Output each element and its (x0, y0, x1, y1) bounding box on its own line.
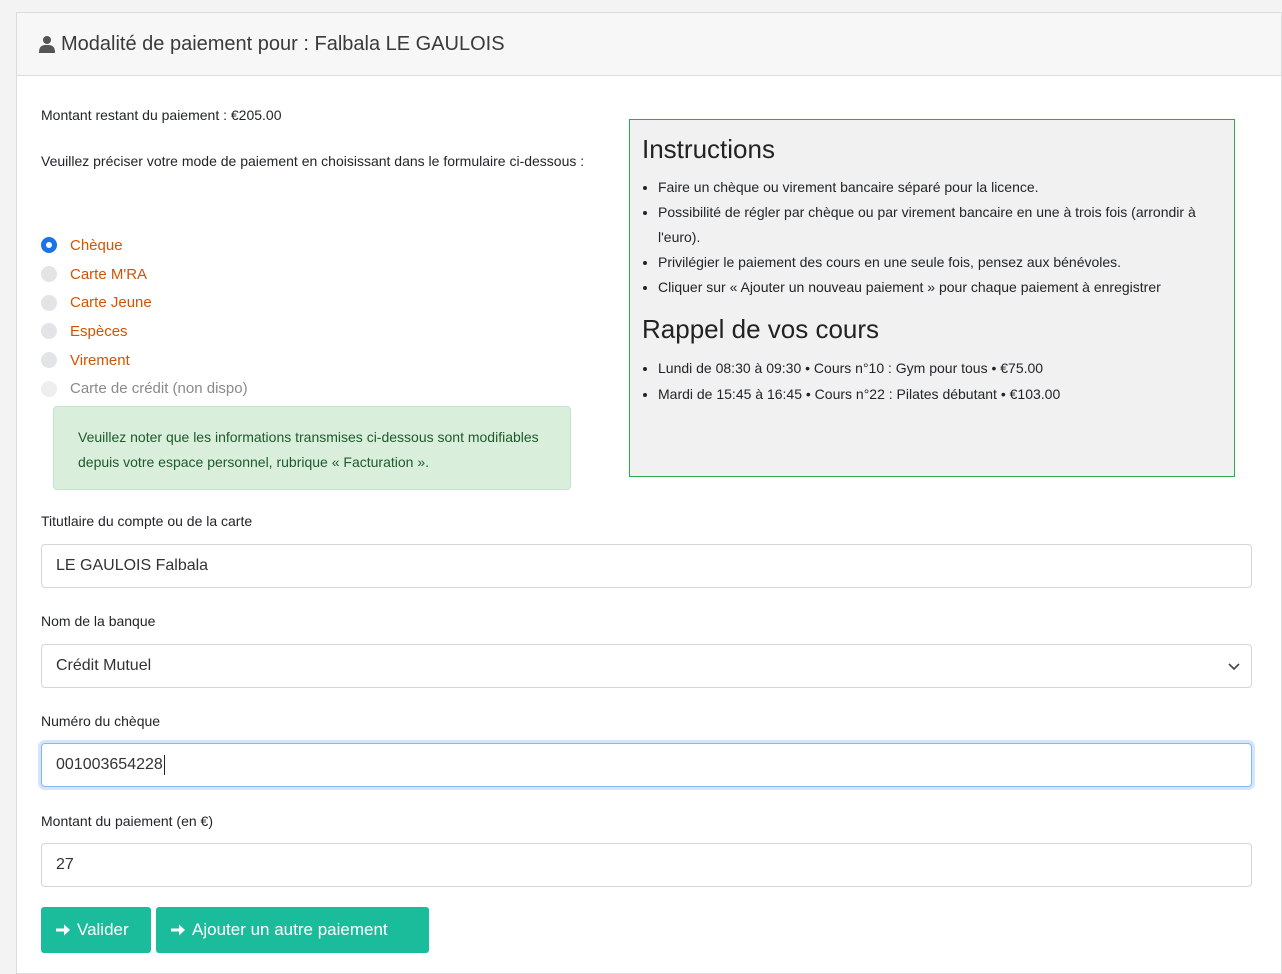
arrow-right-icon (55, 922, 71, 938)
cheque-value: 001003654228 (56, 756, 163, 773)
user-icon (39, 35, 55, 53)
courses-title: Rappel de vos cours (642, 314, 880, 344)
page-title: Modalité de paiement pour : Falbala LE G… (61, 32, 505, 55)
amount-remaining: Montant restant du paiement : €205.00 (41, 107, 282, 123)
radio-label[interactable]: Chèque (70, 237, 123, 254)
radio-button[interactable] (41, 323, 57, 340)
instruction-item: Cliquer sur « Ajouter un nouveau paiemen… (658, 275, 1222, 300)
bank-value: Crédit Mutuel (56, 657, 152, 674)
courses-list: Lundi de 08:30 à 09:30 • Cours n°10 : Gy… (642, 355, 1222, 407)
add-payment-button[interactable]: Ajouter un autre paiement (156, 907, 429, 953)
course-item: Mardi de 15:45 à 16:45 • Cours n°22 : Pi… (658, 381, 1222, 407)
amount-label: Montant du paiement (en €) (41, 813, 213, 829)
bank-select[interactable]: Crédit Mutuel (41, 644, 1252, 688)
radio-especes[interactable]: Espèces (41, 317, 248, 346)
bank-label: Nom de la banque (41, 613, 156, 629)
validate-button[interactable]: Valider (41, 907, 151, 953)
amount-input[interactable]: 27 (41, 843, 1252, 887)
cheque-input[interactable]: 001003654228 (41, 743, 1252, 787)
add-payment-label: Ajouter un autre paiement (192, 920, 388, 939)
info-note: Veuillez noter que les informations tran… (53, 406, 571, 490)
radio-button[interactable] (41, 266, 57, 283)
instructions-list: Faire un chèque ou virement bancaire sép… (642, 175, 1222, 300)
radio-cheque[interactable]: Chèque (41, 231, 248, 260)
radio-carte-mra[interactable]: Carte M'RA (41, 260, 248, 289)
cheque-label: Numéro du chèque (41, 713, 161, 729)
radio-label[interactable]: Espèces (70, 323, 128, 340)
payment-panel: Modalité de paiement pour : Falbala LE G… (16, 12, 1282, 974)
payment-method-group: Chèque Carte M'RA Carte Jeune Espèces Vi… (41, 231, 248, 403)
radio-button[interactable] (41, 294, 57, 311)
radio-label: Carte de crédit (non dispo) (70, 380, 248, 398)
course-item: Lundi de 08:30 à 09:30 • Cours n°10 : Gy… (658, 355, 1222, 381)
radio-carte-credit: Carte de crédit (non dispo) (41, 374, 248, 403)
radio-label[interactable]: Virement (70, 352, 130, 369)
amount-value: 27 (56, 856, 74, 873)
radio-button (41, 380, 57, 397)
radio-label[interactable]: Carte Jeune (70, 294, 152, 311)
radio-button[interactable] (41, 237, 57, 254)
instructions-box: Instructions Faire un chèque ou virement… (629, 119, 1235, 477)
instructions-title: Instructions (642, 134, 775, 164)
panel-header: Modalité de paiement pour : Falbala LE G… (17, 13, 1281, 76)
text-caret (163, 755, 165, 775)
radio-button[interactable] (41, 352, 57, 369)
radio-carte-jeune[interactable]: Carte Jeune (41, 288, 248, 317)
intro-text: Veuillez préciser votre mode de paiement… (41, 153, 585, 169)
instruction-item: Faire un chèque ou virement bancaire sép… (658, 175, 1222, 200)
radio-label[interactable]: Carte M'RA (70, 266, 147, 283)
instruction-item: Privilégier le paiement des cours en une… (658, 250, 1222, 275)
chevron-down-icon (1227, 659, 1241, 673)
validate-label: Valider (77, 920, 129, 939)
holder-label: Titutlaire du compte ou de la carte (41, 513, 253, 529)
instruction-item: Possibilité de régler par chèque ou par … (658, 200, 1222, 250)
holder-value: LE GAULOIS Falbala (56, 557, 209, 574)
arrow-right-icon (170, 922, 186, 938)
radio-virement[interactable]: Virement (41, 346, 248, 375)
holder-input[interactable]: LE GAULOIS Falbala (41, 544, 1252, 588)
